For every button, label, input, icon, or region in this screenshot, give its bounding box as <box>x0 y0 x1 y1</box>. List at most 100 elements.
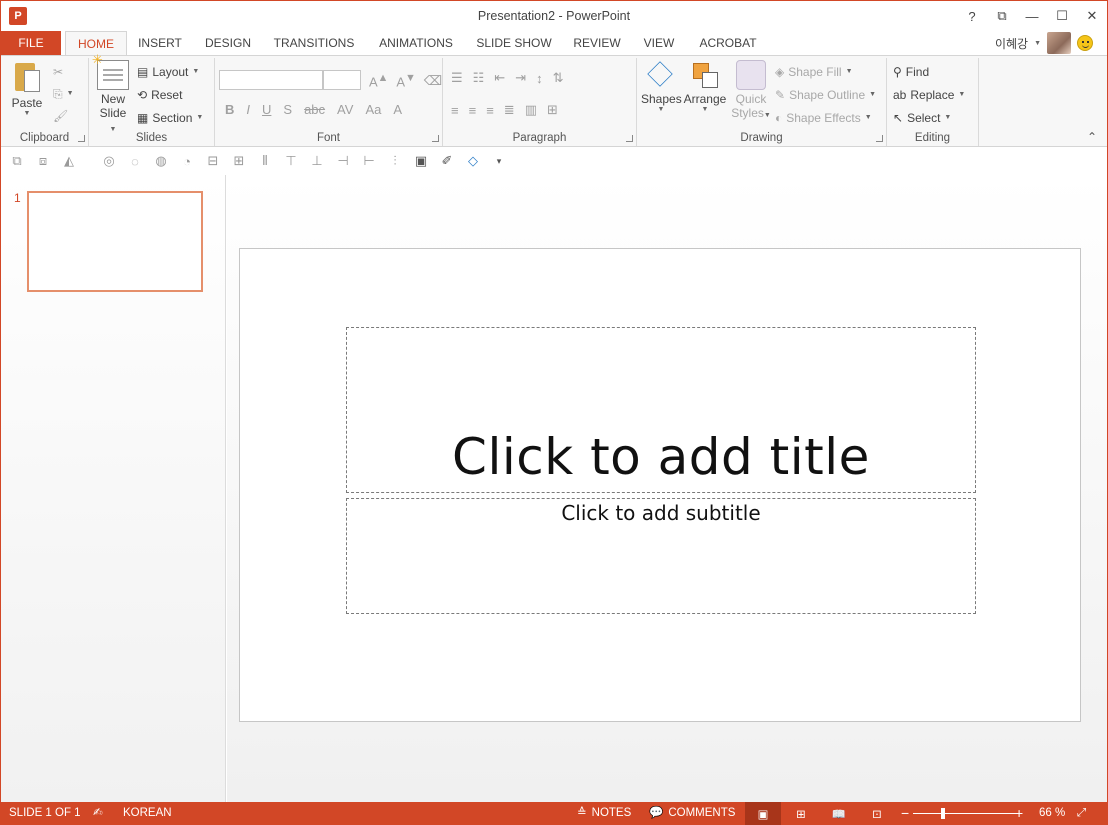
decrease-font-size-icon[interactable]: A▼ <box>396 72 415 89</box>
shape-fill-button[interactable]: ◈ Shape Fill ▼ <box>775 62 853 82</box>
bullets-icon[interactable]: ☰ <box>451 70 463 86</box>
align-center-icon[interactable]: ≡ <box>469 103 477 118</box>
avatar[interactable] <box>1047 32 1071 54</box>
user-account[interactable]: 이혜강 ▼ <box>995 31 1093 55</box>
tab-view[interactable]: VIEW <box>637 31 681 55</box>
slide-sorter-view-button[interactable]: ⊞ <box>783 802 819 825</box>
reset-button[interactable]: ⟲ Reset <box>137 85 182 105</box>
select-button[interactable]: ↖ Select ▼ <box>893 108 951 128</box>
font-launcher-icon[interactable] <box>432 135 439 142</box>
reading-view-button[interactable]: 📖 <box>821 802 857 825</box>
format-painter-button[interactable]: 🖌 <box>53 106 68 126</box>
font-size-select[interactable] <box>323 70 361 90</box>
zoom-level[interactable]: 66 % <box>1039 802 1065 825</box>
tab-transitions[interactable]: TRANSITIONS <box>267 31 361 55</box>
shapes-button[interactable]: Shapes ▼ <box>641 60 682 113</box>
underline-icon[interactable]: U <box>262 102 271 117</box>
distribute-horizontally-icon[interactable]: ⫴ <box>257 153 273 168</box>
paragraph-launcher-icon[interactable] <box>626 135 633 142</box>
font-family-select[interactable] <box>219 70 323 90</box>
zoom-in-button[interactable]: + <box>1015 802 1023 825</box>
help-button[interactable]: ? <box>957 1 987 31</box>
character-spacing-icon[interactable]: AV <box>337 102 353 117</box>
slide-thumbnail[interactable] <box>27 191 203 292</box>
decrease-indent-icon[interactable]: ⇤ <box>494 70 505 86</box>
tab-slide-show[interactable]: SLIDE SHOW <box>471 31 557 55</box>
merge-union-icon[interactable]: ◎ <box>101 153 117 168</box>
align-right-icon[interactable]: ≡ <box>486 103 494 118</box>
numbering-icon[interactable]: ☷ <box>473 70 485 86</box>
columns-icon[interactable]: ▥ <box>525 102 537 118</box>
comments-button[interactable]: 💬 COMMENTS <box>649 802 735 825</box>
maximize-button[interactable]: ☐ <box>1047 1 1077 31</box>
align-left-icon[interactable]: ≡ <box>451 103 459 118</box>
arrange-button[interactable]: Arrange ▼ <box>683 60 727 113</box>
notes-button[interactable]: ≙ NOTES <box>577 802 631 825</box>
selection-pane-icon[interactable]: ▣ <box>413 153 429 168</box>
justify-icon[interactable]: ≣ <box>504 102 515 118</box>
smartart-icon[interactable]: ⊞ <box>547 102 558 118</box>
find-button[interactable]: ⚲ Find <box>893 62 929 82</box>
merge-combine-icon[interactable]: ◌ <box>127 154 143 169</box>
tab-animations[interactable]: ANIMATIONS <box>371 31 461 55</box>
tab-insert[interactable]: INSERT <box>132 31 188 55</box>
distribute-vertically-icon[interactable]: ⫶ <box>387 153 403 168</box>
merge-fragment-icon[interactable]: ◍ <box>153 153 169 168</box>
clear-formatting-icon[interactable]: ⌫ <box>424 73 442 89</box>
collapse-ribbon-icon[interactable]: ⌃ <box>1087 130 1097 144</box>
align-middle-objects-icon[interactable]: ⊥ <box>309 153 325 168</box>
shape-outline-button[interactable]: ✎ Shape Outline ▼ <box>775 85 876 105</box>
subtitle-placeholder[interactable]: Click to add subtitle <box>346 498 976 614</box>
bring-forward-icon[interactable]: ⧈ <box>35 153 51 168</box>
slide-show-view-button[interactable]: ⊡ <box>859 802 895 825</box>
title-placeholder[interactable]: Click to add title <box>346 327 976 493</box>
quick-styles-button[interactable]: Quick Styles▼ <box>731 60 771 120</box>
smiley-feedback-icon[interactable] <box>1077 35 1093 51</box>
normal-view-button[interactable]: ▣ <box>745 802 781 825</box>
zoom-out-button[interactable]: − <box>901 802 909 825</box>
slide-canvas[interactable]: Click to add title Click to add subtitle <box>239 248 1081 722</box>
shadow-icon[interactable]: S <box>283 102 292 117</box>
group-objects-icon[interactable]: ⧉ <box>9 153 25 168</box>
copy-button[interactable]: ⎘ ▼ <box>53 84 74 104</box>
rotate-icon[interactable]: ◭ <box>61 153 77 168</box>
merge-intersect-icon[interactable]: ◔ <box>179 154 195 169</box>
customize-toolbar-icon[interactable]: ▾ <box>491 154 507 168</box>
ribbon-display-options-button[interactable]: ⧉ <box>987 1 1017 31</box>
shape-picker-icon[interactable]: ◇ <box>465 153 481 168</box>
increase-indent-icon[interactable]: ⇥ <box>515 70 526 86</box>
clipboard-launcher-icon[interactable] <box>78 135 85 142</box>
spelling-icon[interactable]: ✍ <box>93 802 103 825</box>
align-right-objects-icon[interactable]: ⊣ <box>335 153 351 168</box>
language-indicator[interactable]: KOREAN <box>123 802 172 825</box>
text-direction-icon[interactable]: ⇅ <box>553 70 564 86</box>
close-button[interactable]: ✕ <box>1077 1 1107 31</box>
line-spacing-icon[interactable]: ↕ <box>536 71 543 86</box>
replace-button[interactable]: ab Replace ▼ <box>893 85 965 105</box>
minimize-button[interactable]: — <box>1017 1 1047 31</box>
tab-design[interactable]: DESIGN <box>197 31 259 55</box>
zoom-slider-track[interactable] <box>913 813 1017 814</box>
align-left-objects-icon[interactable]: ⊟ <box>205 153 221 168</box>
strikethrough-icon[interactable]: abc <box>304 102 325 117</box>
align-center-objects-icon[interactable]: ⊞ <box>231 153 247 168</box>
tab-review[interactable]: REVIEW <box>567 31 627 55</box>
change-case-icon[interactable]: Aa <box>365 102 381 117</box>
align-bottom-objects-icon[interactable]: ⊢ <box>361 153 377 168</box>
tab-acrobat[interactable]: ACROBAT <box>693 31 763 55</box>
paste-button[interactable]: Paste ▼ <box>9 60 45 117</box>
cut-button[interactable]: ✂ <box>53 62 63 82</box>
increase-font-size-icon[interactable]: A▲ <box>369 72 388 89</box>
section-button[interactable]: ▦ Section ▼ <box>137 108 203 128</box>
drawing-launcher-icon[interactable] <box>876 135 883 142</box>
new-slide-button[interactable]: New Slide ▼ <box>92 52 131 134</box>
tab-file[interactable]: FILE <box>1 31 61 55</box>
fit-slide-icon[interactable]: ⤢ <box>1077 802 1086 825</box>
align-top-objects-icon[interactable]: ⊤ <box>283 153 299 168</box>
font-color-icon[interactable]: A <box>393 102 402 117</box>
layout-button[interactable]: ▤ Layout ▼ <box>137 62 199 82</box>
bold-icon[interactable]: B <box>225 102 234 117</box>
zoom-slider-thumb[interactable] <box>941 808 945 819</box>
shape-effects-button[interactable]: ◐ Shape Effects ▼ <box>775 108 872 128</box>
italic-icon[interactable]: I <box>246 102 250 117</box>
